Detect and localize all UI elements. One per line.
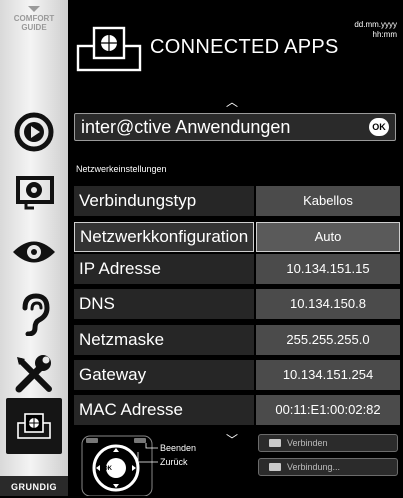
triangle-down-icon	[28, 6, 40, 12]
eye-icon	[13, 241, 55, 263]
setting-key: Gateway	[74, 360, 254, 390]
sidebar-item-sound[interactable]	[0, 286, 68, 342]
date-time: dd.mm.yyyy hh:mm	[354, 20, 397, 40]
setting-key: Verbindungstyp	[74, 186, 254, 216]
setting-value[interactable]: 10.134.151.15	[256, 254, 400, 284]
time-text: hh:mm	[372, 30, 397, 39]
setting-value[interactable]: 10.134.151.254	[256, 360, 400, 390]
setting-row-connection-type[interactable]: Verbindungstyp Kabellos	[74, 186, 400, 216]
sidebar-item-picture[interactable]	[0, 162, 68, 218]
interactive-apps-label: inter@ctive Anwendungen	[81, 117, 291, 137]
setting-value[interactable]: 00:11:E1:00:02:82	[256, 395, 400, 425]
setting-key: IP Adresse	[74, 254, 254, 284]
sidebar: COMFORT GUIDE GRUNDIG	[0, 0, 68, 496]
page-title: CONNECTED APPS	[150, 36, 339, 58]
setting-value[interactable]: Kabellos	[256, 186, 400, 216]
ear-icon	[22, 293, 50, 336]
chevron-down-icon[interactable]: ﹀	[226, 431, 238, 448]
key-icon	[269, 463, 281, 471]
setting-key: DNS	[74, 289, 254, 319]
chevron-up-icon[interactable]: ︿	[226, 93, 238, 110]
setting-row-network-config[interactable]: Netzwerkkonfiguration Auto	[74, 222, 400, 252]
legend-exit: Beenden	[160, 443, 197, 453]
sidebar-item-view[interactable]	[0, 224, 68, 280]
setting-key: Netzwerkkonfiguration	[74, 222, 254, 252]
ok-badge[interactable]: OK	[369, 118, 389, 136]
setting-row-netmask[interactable]: Netzmaske 255.255.255.0	[74, 325, 400, 355]
setting-value[interactable]: 255.255.255.0	[256, 325, 400, 355]
setting-row-dns[interactable]: DNS 10.134.150.8	[74, 289, 400, 319]
date-text: dd.mm.yyyy	[354, 20, 397, 29]
setting-row-mac-address[interactable]: MAC Adresse 00:11:E1:00:02:82	[74, 395, 400, 425]
section-label: Netzwerkeinstellungen	[76, 164, 167, 174]
tools-icon	[15, 355, 52, 393]
sidebar-item-tools[interactable]	[0, 346, 68, 402]
sidebar-item-connected-apps[interactable]	[6, 398, 62, 454]
setting-key: MAC Adresse	[74, 395, 254, 425]
key-icon	[269, 439, 281, 447]
brand-logo: GRUNDIG	[0, 476, 68, 496]
connected-apps-header-icon	[76, 26, 142, 72]
setting-value[interactable]: 10.134.150.8	[256, 289, 400, 319]
interactive-apps-row[interactable]: inter@ctive Anwendungen OK	[74, 113, 396, 141]
setting-key: Netzmaske	[74, 325, 254, 355]
settings-screen-icon	[16, 176, 54, 210]
sidebar-item-playback[interactable]	[0, 104, 68, 160]
connected-apps-icon	[17, 413, 51, 439]
setting-row-gateway[interactable]: Gateway 10.134.151.254	[74, 360, 400, 390]
remote-ok-label: OK	[103, 466, 112, 472]
connection-button[interactable]: Verbindung...	[258, 458, 398, 476]
setting-row-ip-address[interactable]: IP Adresse 10.134.151.15	[74, 254, 400, 284]
play-circle-icon	[14, 112, 54, 152]
connect-button[interactable]: Verbinden	[258, 434, 398, 452]
legend-back: Zurück	[160, 457, 188, 467]
setting-value[interactable]: Auto	[256, 222, 400, 252]
remote-control-diagram	[81, 435, 158, 496]
comfort-guide-label[interactable]: COMFORT GUIDE	[0, 6, 68, 32]
